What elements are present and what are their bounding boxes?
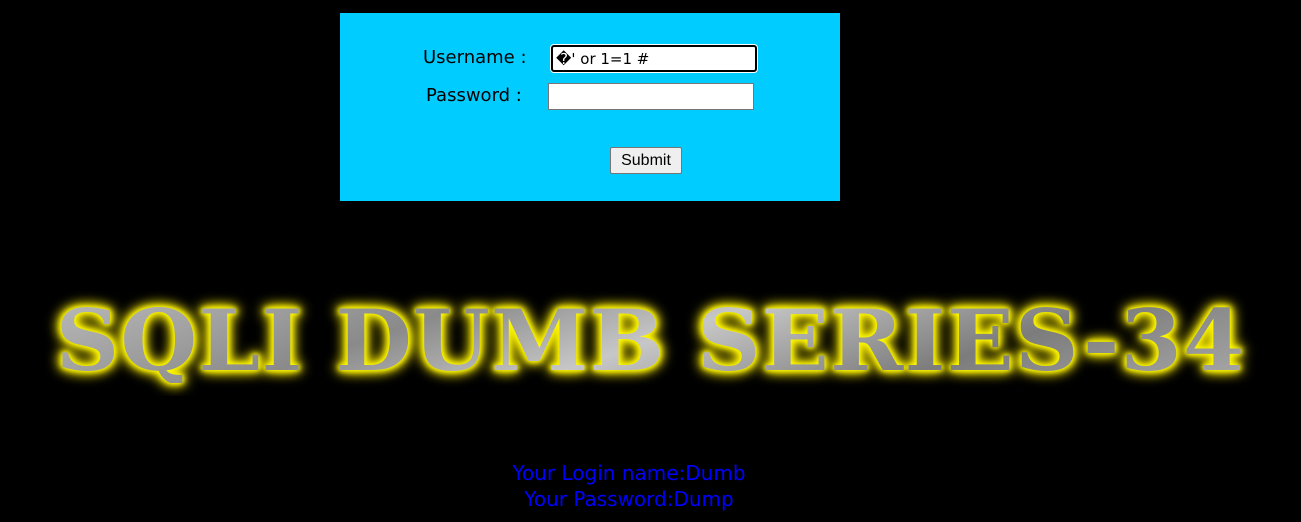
username-input[interactable] [551, 45, 757, 72]
password-result: Your Password:Dump [524, 487, 734, 511]
login-name-result: Your Login name:Dumb [512, 461, 746, 485]
password-input[interactable] [548, 83, 754, 110]
login-result: Your Login name:Dumb Your Password:Dump [0, 460, 1258, 512]
banner-title: SQLI DUMB SERIES-34 [55, 291, 1246, 390]
banner: SQLI DUMB SERIES-34 [0, 286, 1301, 396]
login-panel: Username : Password : Submit [340, 13, 840, 201]
username-label: Username : [423, 47, 527, 68]
submit-button[interactable]: Submit [610, 147, 682, 174]
password-label: Password : [426, 85, 522, 106]
